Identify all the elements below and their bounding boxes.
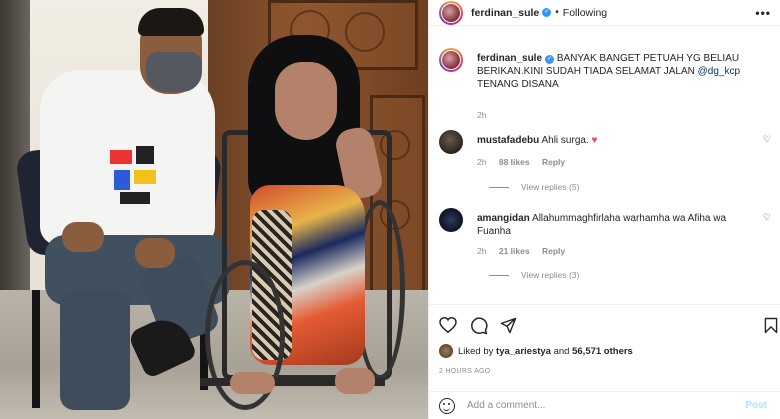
more-options-icon[interactable]: ••• xyxy=(755,6,771,20)
comment-time: 2h xyxy=(477,246,487,256)
post-timestamp: 2 HOURS AGO xyxy=(439,368,491,375)
bookmark-icon[interactable] xyxy=(764,317,778,334)
verified-icon: ✓ xyxy=(545,55,555,64)
face-mask xyxy=(146,52,202,92)
caption-avatar[interactable] xyxy=(439,48,463,72)
comment: amangidan Allahummaghfirlaha warhamha wa… xyxy=(439,208,771,288)
avatar[interactable] xyxy=(439,0,463,25)
caption-username[interactable]: ferdinan_sule xyxy=(477,53,542,64)
wall-shadow xyxy=(0,0,30,300)
man-hair xyxy=(138,8,204,36)
view-replies-label[interactable]: View replies (5) xyxy=(521,182,579,192)
caption-meta: 2h xyxy=(477,110,496,120)
verified-icon: ✓ xyxy=(542,8,552,17)
man-leg xyxy=(60,290,130,410)
separator-dot: • xyxy=(555,7,559,18)
commenter-avatar[interactable] xyxy=(439,130,463,154)
likes-summary: Liked by tya_ariestya and 56,571 others xyxy=(439,344,633,358)
view-replies-button[interactable]: View replies (3) xyxy=(489,270,579,280)
comment-input[interactable] xyxy=(467,400,707,411)
view-replies-label[interactable]: View replies (3) xyxy=(521,270,579,280)
comment-time: 2h xyxy=(477,157,487,167)
replies-line xyxy=(489,186,509,188)
shirt-print xyxy=(100,140,180,220)
comment-icon[interactable] xyxy=(470,317,488,335)
man-hand xyxy=(62,222,104,252)
woman-foot xyxy=(230,372,275,394)
comment-username[interactable]: mustafadebu xyxy=(477,135,539,146)
reply-button[interactable]: Reply xyxy=(542,157,565,167)
like-comment-heart-icon[interactable]: ♡ xyxy=(763,212,771,223)
caption: ferdinan_sule ✓ BANYAK BANGET PETUAH YG B… xyxy=(439,48,771,120)
comment-meta: 2h 21 likes Reply xyxy=(477,246,575,256)
post-button[interactable]: Post xyxy=(745,400,767,411)
comment-username[interactable]: amangidan xyxy=(477,213,530,224)
comment-text: Ahli surga. xyxy=(541,135,592,146)
red-heart-emoji: ♥ xyxy=(591,135,598,146)
likes-count[interactable]: 56,571 others xyxy=(572,346,633,357)
reply-button[interactable]: Reply xyxy=(542,246,565,256)
like-comment-heart-icon[interactable]: ♡ xyxy=(763,134,771,145)
author-username[interactable]: ferdinan_sule xyxy=(471,7,539,19)
likes-middle: and xyxy=(553,345,570,357)
liker-username[interactable]: tya_ariestya xyxy=(496,346,551,357)
post-sidebar: ferdinan_sule ✓ • Following ••• ferdinan… xyxy=(428,0,780,419)
comment-likes[interactable]: 88 likes xyxy=(499,157,530,167)
comment-likes[interactable]: 21 likes xyxy=(499,246,530,256)
door-carving xyxy=(345,12,385,52)
mention-link[interactable]: @dg_kcp xyxy=(698,66,740,77)
action-bar xyxy=(429,304,780,344)
emoji-icon[interactable] xyxy=(439,397,455,414)
liker-avatar[interactable] xyxy=(439,344,453,358)
comments-scroll-area[interactable]: ferdinan_sule ✓ BANYAK BANGET PETUAH YG B… xyxy=(429,40,780,302)
man-hand xyxy=(135,238,175,268)
comment-bar: Post xyxy=(429,391,780,419)
heart-icon[interactable] xyxy=(439,317,457,333)
comment-meta: 2h 88 likes Reply xyxy=(477,157,575,167)
commenter-avatar[interactable] xyxy=(439,208,463,232)
post-header: ferdinan_sule ✓ • Following ••• xyxy=(429,0,780,26)
caption-text-end: TENANG DISANA xyxy=(477,79,559,90)
comment: mustafadebu Ahli surga. ♥ ♡ 2h 88 likes … xyxy=(439,130,771,200)
following-button[interactable]: Following xyxy=(563,7,607,19)
caption-time: 2h xyxy=(477,110,487,120)
replies-line xyxy=(489,274,509,276)
post-photo[interactable] xyxy=(0,0,428,419)
share-icon[interactable] xyxy=(500,317,517,334)
stool-leg xyxy=(32,290,40,408)
view-replies-button[interactable]: View replies (5) xyxy=(489,182,579,192)
likes-prefix: Liked by xyxy=(458,345,494,357)
woman-foot xyxy=(335,368,375,394)
woman-face xyxy=(275,62,337,140)
